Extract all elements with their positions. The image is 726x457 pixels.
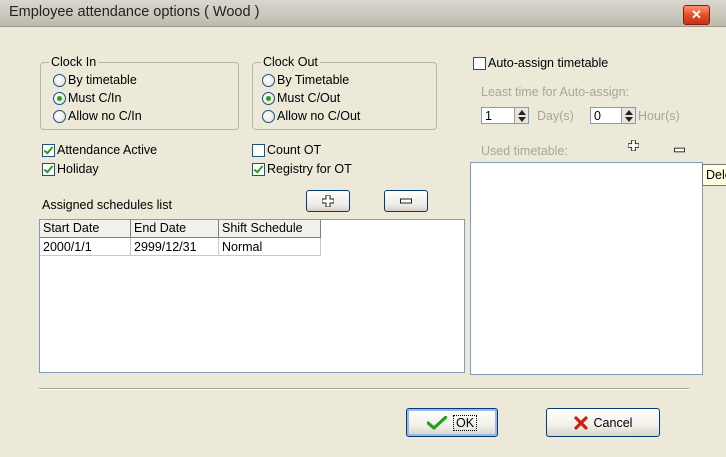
checkmark-icon [426, 415, 447, 430]
cell-start-date: 2000/1/1 [40, 238, 131, 256]
radio-indicator [262, 109, 275, 123]
schedules-table[interactable]: Start Date End Date Shift Schedule 2000/… [39, 219, 465, 373]
checkbox-label: Registry for OT [267, 162, 352, 176]
dialog-window: Employee attendance options ( Wood ) ✕ C… [0, 0, 726, 457]
days-stepper[interactable]: 1 [481, 107, 529, 124]
checkbox-label: Holiday [57, 162, 99, 176]
close-button[interactable]: ✕ [683, 5, 710, 25]
add-schedule-button[interactable] [306, 190, 350, 212]
radio-indicator-selected [53, 91, 66, 105]
hours-value: 0 [594, 108, 601, 123]
close-icon: ✕ [691, 7, 702, 22]
minus-icon [674, 147, 685, 153]
spin-arrows-icon[interactable] [621, 108, 635, 123]
ok-label: OK [452, 414, 478, 431]
radio-label: Must C/In [68, 91, 122, 105]
clock-out-title: Clock Out [261, 55, 320, 69]
clock-in-by-timetable-radio[interactable]: By timetable [53, 73, 137, 87]
radio-indicator [53, 109, 66, 123]
attendance-active-checkbox[interactable]: Attendance Active [42, 143, 157, 157]
window-title: Employee attendance options ( Wood ) [9, 4, 260, 20]
add-timetable-button[interactable] [627, 139, 642, 154]
radio-label: By Timetable [277, 73, 350, 87]
title-bar: Employee attendance options ( Wood ) ✕ [0, 0, 726, 27]
column-header-start-date[interactable]: Start Date [40, 220, 131, 238]
checkbox-label: Auto-assign timetable [488, 56, 609, 70]
cell-end-date: 2999/12/31 [131, 238, 219, 256]
cancel-label: Cancel [593, 415, 633, 430]
clock-in-title: Clock In [49, 55, 99, 69]
checkbox-indicator [473, 56, 486, 70]
clock-out-by-timetable-radio[interactable]: By Timetable [262, 73, 349, 87]
plus-icon [627, 139, 640, 152]
checkbox-indicator [252, 143, 265, 157]
registry-ot-checkbox[interactable]: Registry for OT [252, 162, 352, 176]
spin-arrows-icon[interactable] [514, 108, 528, 123]
radio-indicator [262, 73, 275, 87]
checkbox-label: Attendance Active [57, 143, 158, 157]
remove-timetable-button[interactable] [674, 142, 688, 153]
checkbox-indicator-checked [42, 143, 55, 157]
checkbox-label: Count OT [267, 143, 322, 157]
checkbox-indicator-checked [42, 162, 55, 176]
hours-stepper[interactable]: 0 [590, 107, 636, 124]
remove-schedule-button[interactable] [384, 190, 428, 212]
clock-out-allow-no-radio[interactable]: Allow no C/Out [262, 109, 360, 123]
table-row[interactable]: 2000/1/1 2999/12/31 Normal [40, 238, 464, 256]
radio-label: Allow no C/In [68, 109, 142, 123]
radio-indicator [53, 73, 66, 87]
radio-label: By timetable [68, 73, 137, 87]
used-timetable-label: Used timetable: [481, 144, 568, 158]
column-header-end-date[interactable]: End Date [131, 220, 219, 238]
days-unit-label: Day(s) [537, 109, 574, 123]
radio-label: Allow no C/Out [277, 109, 361, 123]
checkbox-indicator-checked [252, 162, 265, 176]
radio-indicator-selected [262, 91, 275, 105]
least-time-label: Least time for Auto-assign: [481, 85, 629, 99]
cancel-button[interactable]: Cancel [546, 408, 660, 437]
table-header: Start Date End Date Shift Schedule [40, 220, 464, 238]
separator [39, 388, 689, 390]
schedules-list-title: Assigned schedules list [42, 198, 172, 212]
clock-out-must-radio[interactable]: Must C/Out [262, 91, 340, 105]
ok-button[interactable]: OK [406, 408, 498, 437]
count-ot-checkbox[interactable]: Count OT [252, 143, 321, 157]
days-value: 1 [485, 108, 492, 123]
plus-icon [322, 195, 334, 207]
clock-in-must-radio[interactable]: Must C/In [53, 91, 122, 105]
auto-assign-checkbox[interactable]: Auto-assign timetable [473, 56, 608, 70]
minus-icon [400, 198, 412, 204]
cell-shift-schedule: Normal [219, 238, 321, 256]
column-header-shift-schedule[interactable]: Shift Schedule [219, 220, 321, 238]
x-mark-icon [573, 415, 588, 430]
delete-tooltip: Delete [702, 164, 726, 186]
radio-label: Must C/Out [277, 91, 341, 105]
hours-unit-label: Hour(s) [638, 109, 680, 123]
used-timetable-list[interactable] [470, 162, 703, 375]
clock-in-allow-no-radio[interactable]: Allow no C/In [53, 109, 142, 123]
holiday-checkbox[interactable]: Holiday [42, 162, 99, 176]
